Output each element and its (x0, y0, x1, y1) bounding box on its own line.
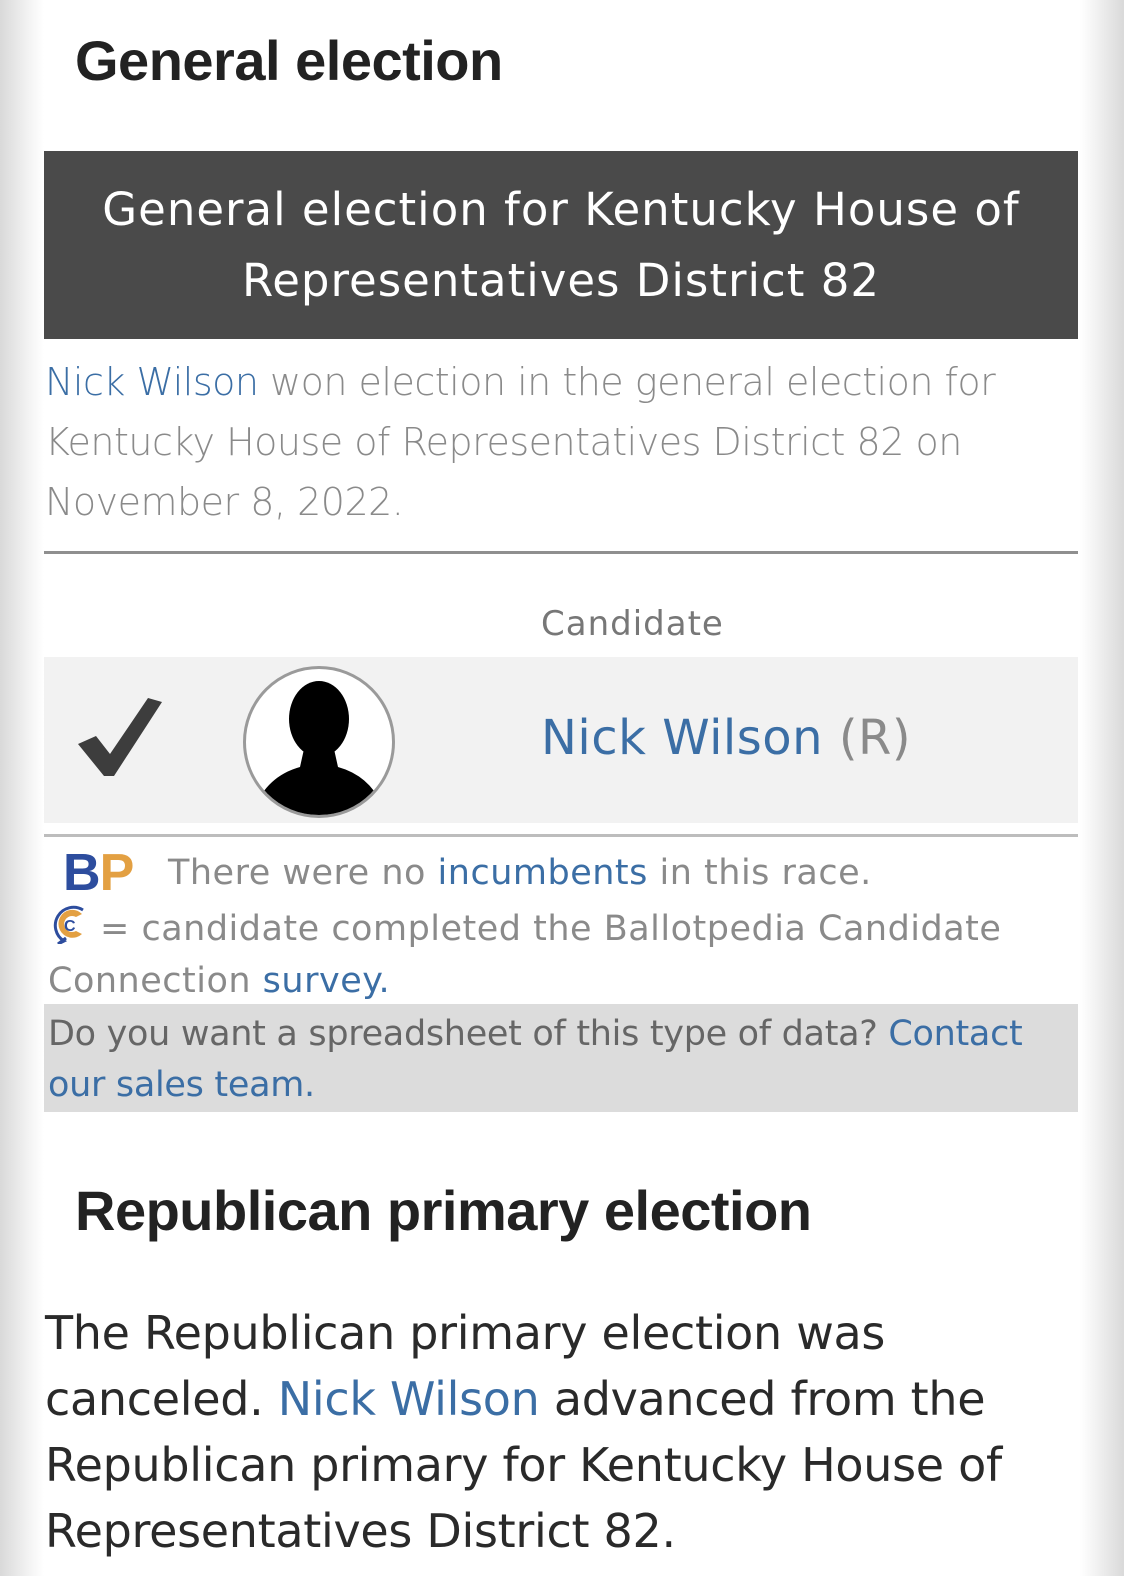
divider (44, 551, 1078, 554)
candidate-party: (R) (838, 710, 912, 766)
general-election-heading: General election (75, 29, 503, 92)
election-page: General election General election for Ke… (0, 0, 1124, 1576)
divider (44, 834, 1078, 837)
candidate-link[interactable]: Nick Wilson (541, 710, 823, 766)
result-summary: Nick Wilson won election in the general … (45, 352, 1065, 532)
candidate-column-header: Candidate (541, 604, 724, 644)
checkmark-icon (78, 698, 162, 776)
survey-note: = candidate completed the Ballotpedia Ca… (48, 909, 1002, 1001)
person-silhouette-icon[interactable] (243, 666, 395, 818)
race-banner: General election for Kentucky House of R… (44, 151, 1078, 339)
primary-election-heading: Republican primary election (75, 1179, 812, 1242)
race-banner-title: General election for Kentucky House of R… (102, 183, 1020, 307)
sales-text: Do you want a spreadsheet of this type o… (48, 1014, 1023, 1105)
incumbent-note: There were no incumbents in this race. (168, 853, 872, 893)
survey-link[interactable]: survey. (263, 961, 390, 1001)
primary-summary: The Republican primary election was canc… (45, 1306, 1002, 1558)
ballotpedia-logo: BP (63, 844, 134, 902)
candidate-name: Nick Wilson (R) (541, 710, 911, 766)
incumbents-link[interactable]: incumbents (438, 853, 648, 893)
primary-candidate-link[interactable]: Nick Wilson (278, 1372, 540, 1426)
winner-link[interactable]: Nick Wilson (45, 360, 259, 404)
